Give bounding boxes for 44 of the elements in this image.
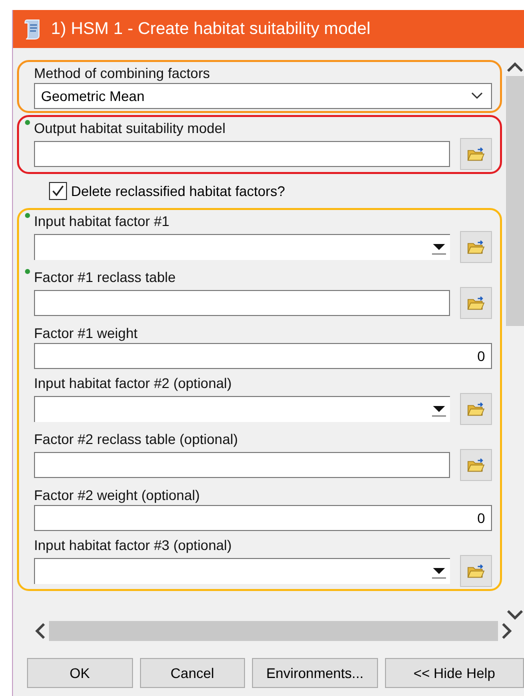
checkbox-label: Delete reclassified habitat factors?: [71, 183, 285, 199]
scroll-up-icon: [507, 62, 523, 72]
field-label: Input habitat factor #2 (optional): [34, 375, 232, 391]
folder-icon: [467, 239, 485, 255]
method-dropdown[interactable]: Geometric Mean: [34, 83, 492, 109]
field-label: Factor #2 weight (optional): [34, 487, 200, 503]
browse-button[interactable]: [460, 393, 492, 425]
weight-field[interactable]: 0: [34, 505, 492, 531]
path-field[interactable]: [34, 452, 450, 478]
folder-icon: [467, 457, 485, 473]
weight-field[interactable]: 0: [34, 343, 492, 369]
checkbox[interactable]: [49, 182, 67, 200]
folder-icon: [467, 563, 485, 579]
combo-field[interactable]: [34, 396, 450, 422]
scroll-left-icon: [35, 623, 45, 639]
path-field[interactable]: [34, 141, 450, 167]
dialog-button[interactable]: OK: [27, 658, 133, 688]
browse-button[interactable]: [460, 138, 492, 170]
field-label: Factor #1 weight: [34, 325, 138, 341]
dialog-button[interactable]: Cancel: [140, 658, 246, 688]
folder-icon: [467, 146, 485, 162]
dialog-button[interactable]: << Hide Help: [384, 658, 524, 688]
field-label: Output habitat suitability model: [34, 120, 226, 136]
window-title: 1) HSM 1 - Create habitat suitability model: [51, 19, 370, 39]
field-label: Factor #2 reclass table (optional): [34, 431, 238, 447]
dialog-button[interactable]: Environments...: [252, 658, 378, 688]
vertical-scrollbar[interactable]: [506, 60, 524, 620]
field-label: Factor #1 reclass table: [34, 269, 176, 285]
browse-button[interactable]: [460, 449, 492, 481]
scroll-right-icon: [502, 623, 512, 639]
browse-button[interactable]: [460, 555, 492, 587]
chevron-down-icon: [471, 92, 483, 100]
combo-field[interactable]: [34, 234, 450, 260]
field-label: Method of combining factors: [34, 65, 210, 81]
folder-icon: [467, 295, 485, 311]
field-label: Input habitat factor #1: [34, 213, 170, 229]
path-field[interactable]: [34, 290, 450, 316]
scroll-down-icon: [507, 610, 523, 620]
field-label: Input habitat factor #3 (optional): [34, 537, 232, 553]
browse-button[interactable]: [460, 231, 492, 263]
horizontal-scrollbar[interactable]: [35, 620, 512, 642]
browse-button[interactable]: [460, 287, 492, 319]
combo-field[interactable]: [34, 558, 450, 584]
folder-icon: [467, 401, 485, 417]
